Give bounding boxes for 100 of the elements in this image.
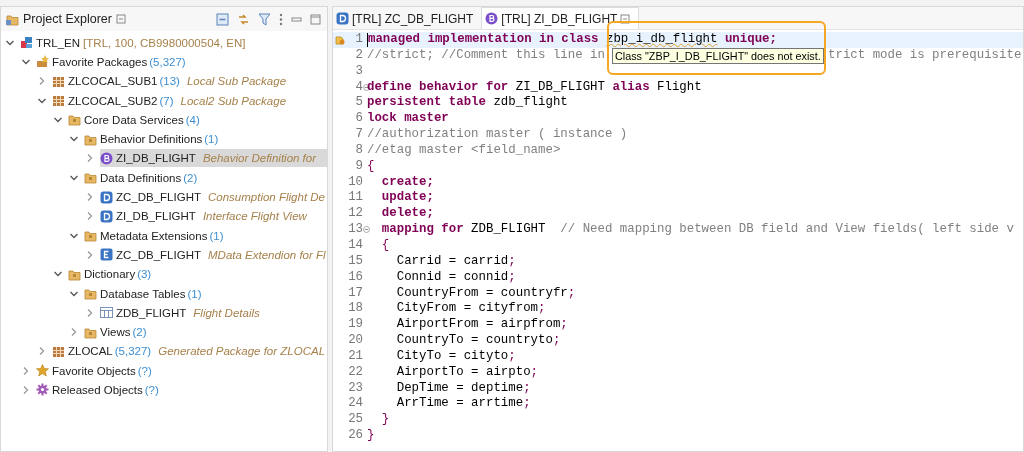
chevron-right-icon[interactable] — [85, 249, 95, 260]
editor-tab[interactable]: [TRL] ZI_DB_FLIGHT — [481, 7, 640, 29]
star-icon — [36, 364, 49, 378]
code-text: Connid = connid — [395, 269, 509, 286]
line-number: 5 — [355, 95, 363, 112]
tree-item[interactable]: Data Definitions (2) — [84, 168, 199, 187]
tree-item[interactable]: TRL_EN [TRL, 100, CB9980000504, EN] — [20, 33, 247, 52]
chevron-right-icon[interactable] — [85, 153, 95, 164]
tree-item[interactable]: ZLCOCAL_SUB1 (13) Local Sub Package — [52, 72, 288, 91]
item-count: (2) — [183, 171, 198, 184]
line-number: 12 — [348, 206, 363, 223]
item-count: (3) — [137, 268, 152, 281]
keyword: persistent table — [367, 95, 486, 112]
error-tooltip: Class "ZBP_I_DB_FLIGHT" does not exist. — [612, 48, 824, 64]
item-name: Favorite Objects — [52, 364, 136, 377]
tree-item[interactable]: ZI_DB_FLIGHT Interface Flight View — [100, 207, 308, 226]
code-text: CountryFrom = countryfr — [395, 285, 568, 302]
chevron-right-icon[interactable] — [69, 327, 79, 338]
code-punctuation: ; — [530, 364, 539, 381]
chevron-right-icon[interactable] — [85, 307, 95, 318]
item-name: ZLOCAL — [68, 345, 113, 358]
item-name: TRL_EN — [36, 36, 81, 49]
editor-tab[interactable]: [TRL] ZC_DB_FLIGHT — [333, 8, 482, 29]
chevron-right-icon[interactable] — [21, 365, 31, 376]
code-punctuation: } — [380, 412, 390, 429]
tree-item[interactable]: Favorite Packages (5,327) — [36, 52, 187, 71]
tree-item[interactable]: Core Data Services (4) — [68, 110, 201, 129]
tree-item[interactable]: Metadata Extensions (1) — [84, 226, 225, 245]
gear-icon — [36, 383, 49, 397]
code-punctuation: ; — [508, 348, 516, 365]
line-number: 11 — [348, 190, 363, 207]
d-square-icon — [100, 209, 113, 223]
b-circle-icon — [100, 151, 113, 165]
link-arrows-icon[interactable] — [237, 12, 250, 26]
table-icon — [100, 306, 113, 320]
code-text: AirportTo = airpto — [395, 364, 531, 381]
code-text: AirportFrom = airpfrom — [395, 317, 561, 334]
package-icon — [52, 94, 65, 108]
code-punctuation: ; — [523, 380, 531, 397]
line-number: 2 — [355, 47, 363, 64]
item-count: (4) — [185, 113, 200, 126]
keyword: unique; — [723, 32, 777, 48]
tree-item[interactable]: ZC_DB_FLIGHT Consumption Flight De — [100, 188, 326, 206]
code-text: CityFrom = cityfrom — [395, 301, 539, 318]
code-text: CountryTo = countryto — [395, 333, 553, 349]
view-menu-icon[interactable] — [279, 12, 283, 26]
code-text: zdb_flight — [492, 95, 568, 112]
chevron-right-icon[interactable] — [85, 192, 95, 202]
folder-icon — [84, 171, 97, 185]
package-icon — [52, 74, 65, 88]
connection-details: [TRL, 100, CB9980000504, EN] — [83, 36, 246, 49]
item-description: Consumption Flight De — [208, 191, 325, 203]
tree-item[interactable]: Dictionary (3) — [68, 265, 153, 284]
item-description: Flight Details — [193, 306, 260, 319]
folder-icon — [84, 287, 97, 300]
chevron-right-icon[interactable] — [85, 211, 95, 222]
chevron-right-icon[interactable] — [21, 385, 31, 395]
code-punctuation: ; — [552, 333, 561, 349]
code-text: ZDB_FLIGHT — [470, 222, 547, 238]
tree-item[interactable]: Behavior Definitions (1) — [84, 130, 220, 149]
item-description: Local2 Sub Package — [180, 94, 287, 107]
view-title[interactable]: Project Explorer — [23, 12, 112, 26]
keyword: update; — [380, 190, 434, 207]
tree-item[interactable]: Released Objects (?) — [36, 381, 160, 399]
item-description: Behavior Definition for — [202, 152, 317, 165]
line-number: 7 — [355, 127, 363, 143]
tree-item[interactable]: ZDB_FLIGHT Flight Details — [100, 303, 261, 322]
line-number: 15 — [348, 253, 363, 270]
chevron-right-icon[interactable] — [37, 76, 47, 87]
item-name: ZI_DB_FLIGHT — [116, 152, 196, 165]
close-icon[interactable] — [620, 13, 631, 24]
tree-item[interactable]: Favorite Objects (?) — [36, 361, 153, 380]
line-number: 19 — [348, 317, 363, 334]
collapse-all-icon[interactable] — [216, 12, 229, 26]
package-star-icon — [36, 55, 49, 69]
tree-item[interactable]: Views (2) — [84, 323, 148, 342]
keyword: define behavior for — [367, 79, 509, 96]
folder-icon — [68, 113, 81, 127]
maximize-icon[interactable] — [310, 13, 321, 25]
tree-item[interactable]: ZLCOCAL_SUB2 (7) Local2 Sub Package — [52, 91, 288, 110]
line-number: 21 — [348, 348, 363, 365]
chevron-right-icon[interactable] — [37, 346, 47, 357]
code-text: ArrTime = arrtime — [395, 396, 524, 413]
code-text: Flight — [656, 79, 702, 96]
line-number: 13 — [348, 222, 363, 238]
item-name: Behavior Definitions — [100, 133, 203, 146]
line-number: 23 — [348, 380, 363, 397]
code-punctuation: ; — [508, 269, 516, 286]
tree-item[interactable]: ZI_DB_FLIGHT Behavior Definition for — [100, 149, 327, 168]
filter-icon[interactable] — [258, 12, 271, 26]
tree-item[interactable]: Database Tables (1) — [84, 284, 203, 303]
item-name: Core Data Services — [84, 113, 184, 126]
folder-icon — [6, 12, 19, 26]
tree-item[interactable]: ZC_DB_FLIGHT MData Extendion for Fl — [100, 245, 327, 264]
line-number: 4 — [355, 79, 363, 96]
item-count: (13) — [159, 75, 180, 88]
tree-item[interactable]: ZLOCAL (5,327) Generated Package for ZLOCAL — [52, 342, 327, 361]
close-icon[interactable] — [115, 14, 126, 24]
item-name: Favorite Packages — [52, 55, 148, 68]
item-name: ZC_DB_FLIGHT — [116, 248, 201, 261]
